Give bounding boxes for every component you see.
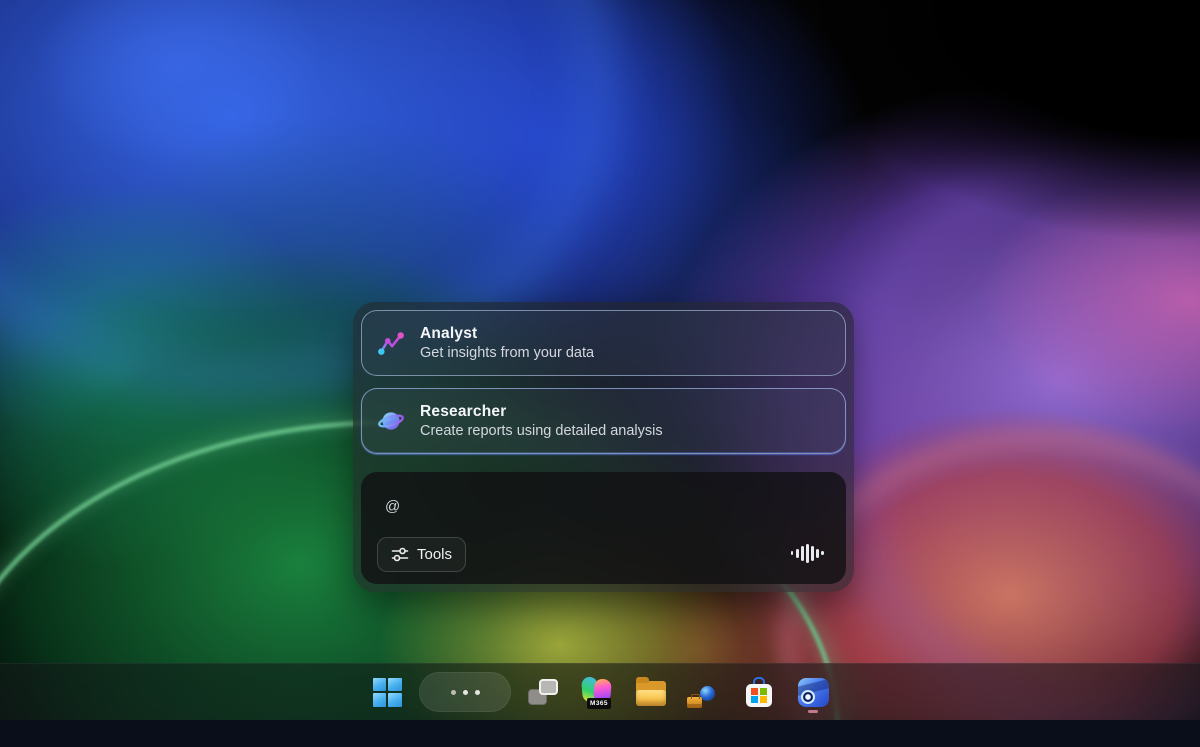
agent-text-block: Researcher Create reports using detailed… [420, 402, 663, 441]
file-explorer-button[interactable] [629, 670, 673, 714]
m365-copilot-button[interactable]: M365 [575, 670, 619, 714]
ellipsis-dot [451, 690, 456, 695]
m365-copilot-icon: M365 [579, 675, 615, 709]
ellipsis-dot [475, 690, 480, 695]
agent-name: Researcher [420, 402, 663, 422]
trend-line-chart-icon [377, 329, 405, 357]
task-view-button[interactable] [521, 670, 565, 714]
agent-card-analyst[interactable]: Analyst Get insights from your data [361, 310, 846, 376]
agent-text-block: Analyst Get insights from your data [420, 324, 594, 363]
prompt-input-box[interactable]: @ Tools [361, 472, 846, 584]
task-view-icon [527, 677, 559, 707]
m365-badge: M365 [587, 698, 611, 709]
edge-browser-button[interactable] [683, 670, 727, 714]
folder-icon [634, 678, 668, 707]
blue-camera-app-icon [798, 678, 829, 707]
prompt-text[interactable]: @ [385, 498, 400, 515]
desktop: Analyst Get insights from your data [0, 0, 1200, 747]
start-button[interactable] [365, 670, 409, 714]
ellipsis-dot [463, 690, 468, 695]
running-app-indicator [808, 710, 818, 713]
microsoft-store-button[interactable] [737, 670, 781, 714]
agent-name: Analyst [420, 324, 594, 344]
ringed-planet-icon [377, 407, 405, 435]
voice-waveform-icon[interactable] [791, 542, 824, 564]
bottom-bezel [0, 720, 1200, 747]
agent-description: Get insights from your data [420, 344, 594, 363]
tools-button-label: Tools [417, 546, 452, 563]
lens-icon [801, 690, 815, 704]
agent-description: Create reports using detailed analysis [420, 422, 663, 441]
sliders-icon [391, 547, 409, 562]
search-pill[interactable] [419, 672, 511, 712]
work-briefcase-icon [687, 697, 702, 708]
blue-camera-app-button[interactable] [791, 670, 835, 714]
tools-button[interactable]: Tools [377, 537, 466, 572]
copilot-quick-panel: Analyst Get insights from your data [353, 302, 854, 592]
store-bag-icon [743, 676, 775, 708]
taskbar: M365 [0, 663, 1200, 720]
agent-card-researcher[interactable]: Researcher Create reports using detailed… [361, 388, 846, 454]
windows-start-icon [373, 678, 402, 707]
edge-icon [689, 676, 721, 708]
